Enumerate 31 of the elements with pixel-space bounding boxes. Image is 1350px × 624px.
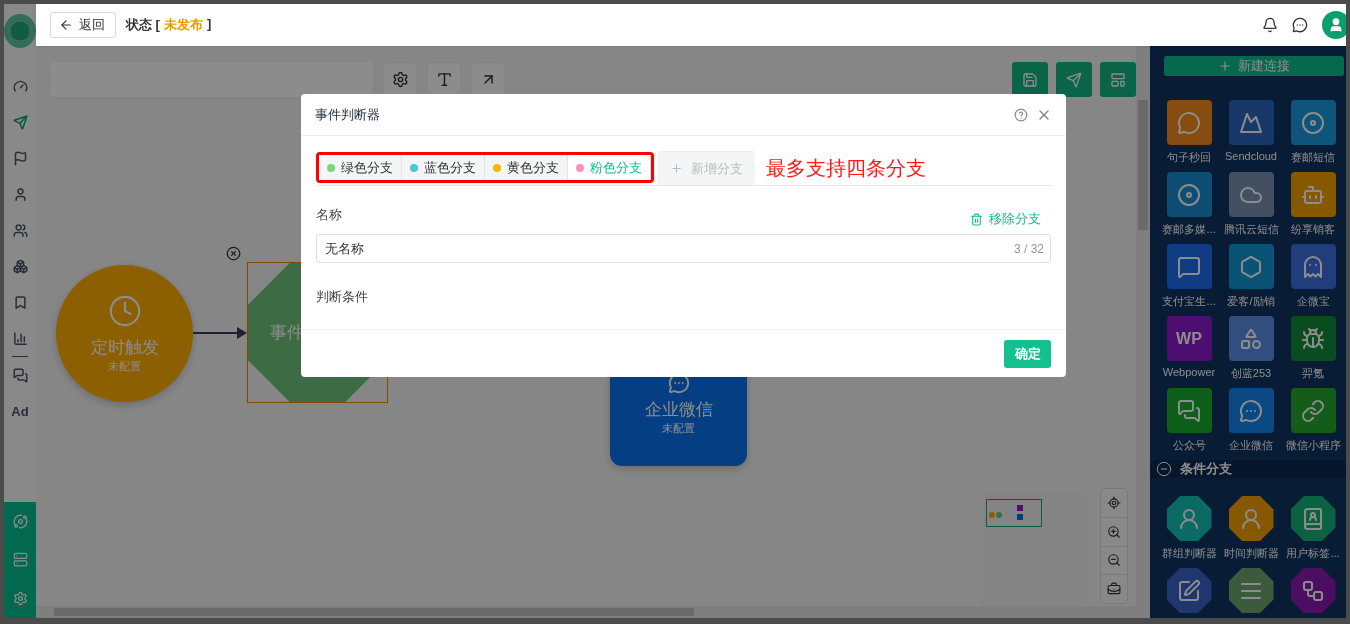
node-title: 定时触发 <box>90 336 159 359</box>
dialog-title: 事件判断器 <box>315 105 381 124</box>
status-label: 状态 [ <box>126 16 160 34</box>
status-value: 未发布 <box>163 16 203 34</box>
app-label: 羿氪 <box>1302 366 1324 381</box>
char-counter: 3 / 32 <box>1013 241 1044 256</box>
app-label: 纷享销客 <box>1291 222 1335 237</box>
app-label: 赛邮短信 <box>1291 150 1335 165</box>
app-label: Webpower <box>1162 366 1216 378</box>
app-label: 腾讯云短信 <box>1223 222 1279 237</box>
condition-label: 时间判断器 <box>1223 546 1279 561</box>
condition-label: 用户标签... <box>1286 546 1340 561</box>
status-bracket: ] <box>206 16 212 33</box>
app-label: Sendcloud <box>1225 150 1277 162</box>
app-label: 句子秒回 <box>1167 150 1211 165</box>
app-label: 支付宝生... <box>1162 294 1216 309</box>
app-label: 微信小程序 <box>1285 438 1341 453</box>
app-label: 爱客/励销 <box>1227 294 1275 309</box>
app-label: 企微宝 <box>1296 294 1330 309</box>
app-label: 赛邮多媒... <box>1162 222 1216 237</box>
app-label: 创蓝253 <box>1230 366 1272 381</box>
field-label: 判断条件 <box>316 289 368 304</box>
node-title: 事件 <box>270 322 304 344</box>
condition-label: 群组判断器 <box>1161 546 1217 561</box>
node-title: 企业微信 <box>644 399 713 421</box>
node-subtitle: 未配置 <box>108 358 141 374</box>
annotation-text: 最多支持四条分支 <box>766 156 926 181</box>
field-label: 名称 <box>316 206 342 224</box>
app-label: 公众号 <box>1172 438 1206 453</box>
node-subtitle: 未配置 <box>662 421 695 436</box>
app-label: 企业微信 <box>1229 438 1273 453</box>
